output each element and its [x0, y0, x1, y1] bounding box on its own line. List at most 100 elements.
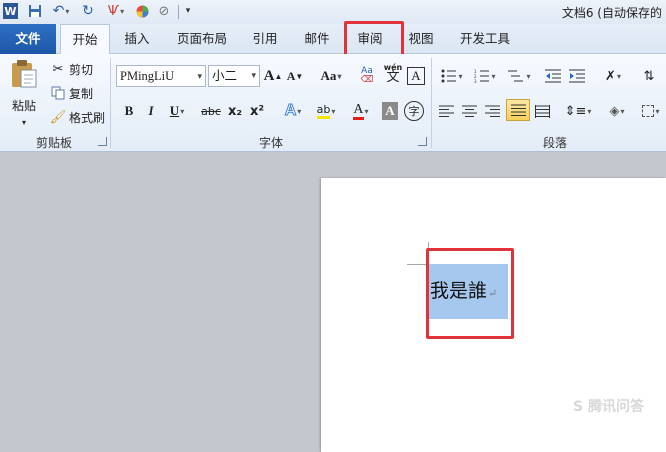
decrease-indent-icon: [545, 69, 561, 83]
strikethrough-button[interactable]: abc: [199, 100, 223, 122]
chinese-layout-button[interactable]: ✗ ▾: [598, 65, 628, 87]
underline-button[interactable]: U ▾: [164, 100, 190, 122]
crop-mark: [428, 242, 429, 265]
shrink-font-icon: A: [286, 68, 296, 83]
shading-button[interactable]: ◈ ▾: [603, 100, 631, 122]
multilevel-list-icon: [508, 70, 524, 82]
numbering-button[interactable]: 1 2 3 ▾: [471, 65, 499, 87]
align-left-button[interactable]: [437, 100, 455, 122]
format-painter-icon: 🖌: [49, 109, 67, 125]
paste-dropdown-icon[interactable]: ▾: [22, 118, 26, 127]
shrink-font-button[interactable]: A ▼: [286, 65, 304, 87]
clear-format-button[interactable]: Aa ⌫: [356, 65, 378, 87]
align-right-button[interactable]: [483, 100, 501, 122]
title-bar: W ↶ ▾ ↻ Ѱ ▾ ⊘ ▾ 文档6 (自动保存的: [0, 0, 666, 24]
tab-page-layout[interactable]: 页面布局: [170, 24, 234, 54]
font-group-label: 字体: [258, 136, 283, 150]
ribbon: 粘贴 ▾ ✂ 剪切 复制 🖌 格式刷 剪贴板 PMingLiU ▾ 小二 ▾ A…: [0, 54, 666, 152]
text-effects-button[interactable]: A ▾: [279, 100, 307, 122]
font-color-button[interactable]: A ▾: [346, 100, 376, 122]
bullets-icon: [441, 69, 457, 83]
eraser-icon[interactable]: ⊘: [156, 3, 172, 19]
selected-text[interactable]: 我是誰↵: [428, 264, 508, 319]
italic-button[interactable]: I: [142, 100, 160, 122]
superscript-button[interactable]: x²: [248, 100, 266, 122]
bullets-button[interactable]: ▾: [438, 65, 466, 87]
font-size-dropdown-icon[interactable]: ▾: [251, 66, 256, 86]
change-case-button[interactable]: Aa ▾: [316, 65, 346, 87]
borders-button[interactable]: ▾: [638, 100, 664, 122]
line-spacing-button[interactable]: ⇕≡ ▾: [564, 100, 592, 122]
justify-button[interactable]: [506, 99, 530, 121]
increase-indent-button[interactable]: [568, 65, 586, 87]
cut-button[interactable]: ✂ 剪切: [50, 59, 93, 79]
font-size-combo[interactable]: 小二 ▾: [208, 65, 260, 87]
format-painter-label: 格式刷: [69, 110, 106, 125]
grow-font-icon: A: [263, 67, 275, 84]
font-name-combo[interactable]: PMingLiU ▾: [116, 65, 206, 87]
save-icon[interactable]: [27, 3, 43, 19]
tab-file[interactable]: 文件: [0, 24, 56, 54]
justify-icon: [510, 104, 526, 116]
bold-button[interactable]: B: [120, 100, 138, 122]
highlight-button[interactable]: ab ▾: [311, 100, 341, 122]
sort-icon: ⇅: [643, 68, 655, 84]
tab-insert[interactable]: 插入: [116, 24, 158, 54]
tab-mailings[interactable]: 邮件: [297, 24, 337, 54]
crop-mark: [407, 264, 429, 265]
svg-text:3: 3: [474, 79, 477, 83]
document-workspace: 我是誰↵ S 腾讯问答: [0, 153, 666, 452]
tab-review[interactable]: 审阅: [350, 24, 390, 54]
undo-icon[interactable]: ↶ ▾: [50, 3, 72, 19]
phonetic-guide-button[interactable]: wén 文: [381, 62, 405, 84]
paste-icon: [12, 60, 37, 88]
paste-button[interactable]: 粘贴 ▾: [6, 58, 42, 128]
paragraph-group-label: 段落: [542, 136, 567, 150]
format-painter-button[interactable]: 🖌 格式刷: [50, 107, 105, 127]
qat-separator: [178, 5, 179, 19]
clipboard-launcher-icon[interactable]: [98, 137, 107, 146]
group-separator: [110, 58, 111, 148]
distribute-button[interactable]: [533, 100, 551, 122]
ribbon-tab-bar: 文件 开始 插入 页面布局 引用 邮件 审阅 视图 开发工具: [0, 24, 666, 55]
tab-references[interactable]: 引用: [246, 24, 284, 54]
text-effects-icon: A: [284, 102, 297, 120]
highlight-icon: ab: [316, 103, 331, 119]
sort-button[interactable]: ⇅: [640, 65, 658, 87]
align-center-icon: [461, 105, 477, 117]
char-shading-button[interactable]: A: [382, 102, 398, 120]
line-spacing-icon: ⇕≡: [564, 103, 587, 119]
multilevel-list-button[interactable]: ▾: [504, 65, 534, 87]
decrease-indent-button[interactable]: [544, 65, 562, 87]
redo-icon[interactable]: ↻: [80, 3, 96, 19]
paint-bucket-icon: ◈: [609, 103, 620, 119]
borders-icon: [642, 105, 655, 117]
enclose-char-button[interactable]: 字: [404, 101, 424, 121]
color-wheel-icon[interactable]: [135, 3, 149, 19]
copy-label: 复制: [69, 86, 94, 101]
font-name-dropdown-icon[interactable]: ▾: [197, 66, 202, 86]
grow-font-button[interactable]: A ▲: [263, 65, 283, 87]
font-launcher-icon[interactable]: [418, 137, 427, 146]
document-page[interactable]: 我是誰↵ S 腾讯问答: [321, 178, 666, 452]
font-name-value: PMingLiU: [120, 69, 175, 83]
word-app-icon[interactable]: W: [3, 3, 18, 19]
change-case-icon: Aa: [320, 68, 337, 83]
tab-view[interactable]: 视图: [402, 24, 440, 54]
qat-dropdown-icon[interactable]: ▾: [183, 3, 193, 19]
increase-indent-icon: [569, 69, 585, 83]
char-border-button[interactable]: A: [407, 67, 425, 85]
numbering-icon: 123: [474, 69, 490, 83]
font-size-value: 小二: [212, 68, 238, 83]
align-center-button[interactable]: [460, 100, 478, 122]
paint-icon[interactable]: Ѱ ▾: [103, 3, 129, 19]
underline-icon: U: [169, 103, 180, 118]
copy-button[interactable]: 复制: [50, 83, 93, 103]
tab-home[interactable]: 开始: [60, 24, 110, 55]
font-color-icon: A: [353, 102, 364, 120]
clipboard-group-label: 剪贴板: [35, 136, 72, 150]
chinese-layout-icon: ✗: [605, 68, 616, 84]
paste-label: 粘贴: [11, 99, 36, 113]
subscript-button[interactable]: x₂: [226, 100, 244, 122]
tab-developer[interactable]: 开发工具: [454, 24, 516, 54]
